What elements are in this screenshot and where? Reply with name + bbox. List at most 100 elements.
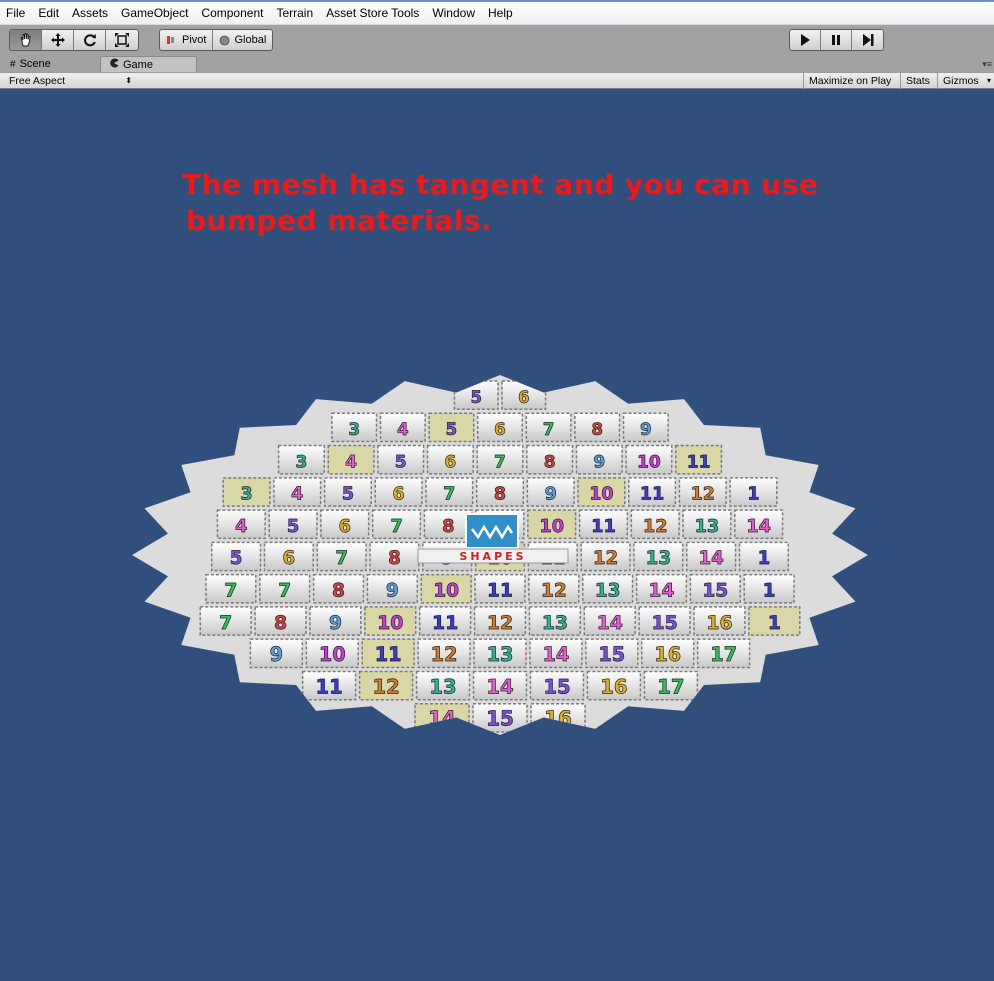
tile-number: 7 — [390, 516, 402, 537]
move-arrows-icon — [50, 33, 65, 47]
menu-item-gameobject[interactable]: GameObject — [115, 3, 195, 24]
menu-item-terrain[interactable]: Terrain — [270, 3, 320, 24]
tile-number: 7 — [543, 419, 555, 439]
hand-icon — [20, 33, 30, 47]
gizmos-dropdown[interactable]: Gizmos ▾ — [937, 73, 994, 89]
tab-game[interactable]: Game — [100, 56, 197, 72]
global-label: Global — [234, 34, 267, 46]
menu-item-assets[interactable]: Assets — [66, 3, 115, 24]
tile-number: 11 — [487, 581, 513, 602]
tile-number: 10 — [377, 612, 403, 634]
menu-item-file[interactable]: File — [0, 3, 32, 24]
tile-number: 1 — [763, 581, 776, 602]
pivot-global-group: Pivot Global — [159, 29, 274, 51]
tile-number: 6 — [444, 452, 456, 472]
logo-text: SHAPES — [459, 550, 526, 563]
play-button[interactable] — [790, 30, 821, 50]
play-icon — [801, 34, 810, 46]
tile-number: 11 — [640, 485, 664, 505]
tile-number: 4 — [291, 485, 303, 505]
tile-number: 10 — [539, 516, 564, 537]
tile-number: 9 — [386, 581, 399, 602]
tile-number: 7 — [494, 452, 506, 472]
menu-bar: File Edit Assets GameObject Component Terrain… — [0, 0, 994, 25]
menu-item-window[interactable]: Window — [426, 3, 482, 24]
move-tool-button[interactable] — [42, 30, 74, 50]
rotate-tool-button[interactable] — [74, 30, 106, 50]
tile-number: 11 — [375, 643, 402, 666]
tile-number: 3 — [348, 419, 360, 439]
tab-scene[interactable]: # Scene — [2, 56, 59, 72]
tile-number: 7 — [278, 581, 291, 602]
dropdown-arrow-icon: ▾ — [986, 76, 991, 85]
rotate-icon — [83, 34, 96, 47]
pacman-icon — [109, 58, 119, 71]
tile-number: 3 — [295, 452, 307, 472]
tile-number: 8 — [544, 452, 556, 472]
tile-number: 6 — [393, 485, 405, 505]
tile-number: 13 — [595, 581, 621, 602]
tile-number: 4 — [397, 419, 409, 439]
pivot-label: Pivot — [182, 34, 207, 46]
tile-number: 3 — [240, 485, 252, 505]
tile-number: 16 — [706, 612, 732, 634]
gizmos-label: Gizmos — [943, 75, 979, 87]
stats-label: Stats — [906, 75, 930, 87]
toolbar: Pivot Global — [0, 25, 994, 55]
tile-number: 10 — [589, 485, 613, 505]
pivot-icon — [167, 36, 174, 44]
aspect-label: Free Aspect — [9, 75, 66, 87]
stats-toggle[interactable]: Stats — [900, 73, 935, 89]
tile-number: 9 — [329, 612, 342, 634]
tile-number: 14 — [486, 675, 513, 698]
aspect-dropdown[interactable]: Free Aspect ⬍ — [4, 73, 135, 89]
step-button[interactable] — [852, 30, 883, 50]
tile-number: 8 — [442, 516, 454, 537]
tile-number: 13 — [542, 612, 568, 634]
tile-number: 5 — [287, 516, 299, 537]
tile-number: 15 — [543, 675, 570, 698]
tab-menu-icon[interactable]: ▾≡ — [982, 59, 992, 70]
tab-bar: # Scene Game ▾≡ — [0, 55, 994, 72]
tile-number: 5 — [342, 485, 354, 505]
game-viewport[interactable]: The mesh has tangent and you can use bum… — [0, 89, 994, 981]
tile-number: 1 — [768, 612, 781, 634]
menu-item-component[interactable]: Component — [195, 3, 270, 24]
menu-item-edit[interactable]: Edit — [32, 3, 66, 24]
tab-scene-label: Scene — [19, 58, 51, 70]
tile-number: 12 — [431, 643, 458, 666]
tile-number: 5 — [395, 452, 407, 472]
tile-number: 13 — [429, 675, 456, 698]
tile-number: 14 — [698, 548, 723, 569]
menu-item-help[interactable]: Help — [482, 3, 520, 24]
tile-number: 14 — [428, 707, 456, 731]
tile-number: 4 — [235, 516, 247, 537]
tile-number: 13 — [646, 548, 671, 569]
tile-number: 1 — [758, 548, 771, 569]
scale-icon — [115, 33, 129, 47]
tile-number: 9 — [545, 485, 557, 505]
tile-number: 13 — [487, 643, 514, 666]
grid-icon: # — [10, 58, 16, 70]
tile-number: 8 — [494, 485, 506, 505]
global-button[interactable]: Global — [213, 30, 272, 50]
dropdown-arrow-icon: ⬍ — [125, 76, 132, 85]
tile-number: 4 — [345, 452, 357, 472]
tile-number: 1 — [747, 485, 759, 505]
tile-number: 6 — [494, 419, 506, 439]
transform-tools — [9, 29, 139, 51]
pause-button[interactable] — [821, 30, 852, 50]
tile-number: 17 — [710, 643, 737, 666]
maximize-on-play-toggle[interactable]: Maximize on Play — [803, 73, 896, 89]
tile-number: 8 — [388, 548, 401, 569]
globe-icon — [220, 35, 230, 45]
scale-tool-button[interactable] — [106, 30, 138, 50]
menu-item-asset-store-tools[interactable]: Asset Store Tools — [320, 3, 426, 24]
step-icon — [862, 34, 873, 46]
hand-tool-button[interactable] — [10, 30, 42, 50]
tile-number: 14 — [542, 643, 569, 666]
maximize-label: Maximize on Play — [809, 75, 892, 87]
pivot-button[interactable]: Pivot — [160, 30, 214, 50]
tile-number: 16 — [544, 707, 572, 731]
tile-number: 8 — [274, 612, 287, 634]
